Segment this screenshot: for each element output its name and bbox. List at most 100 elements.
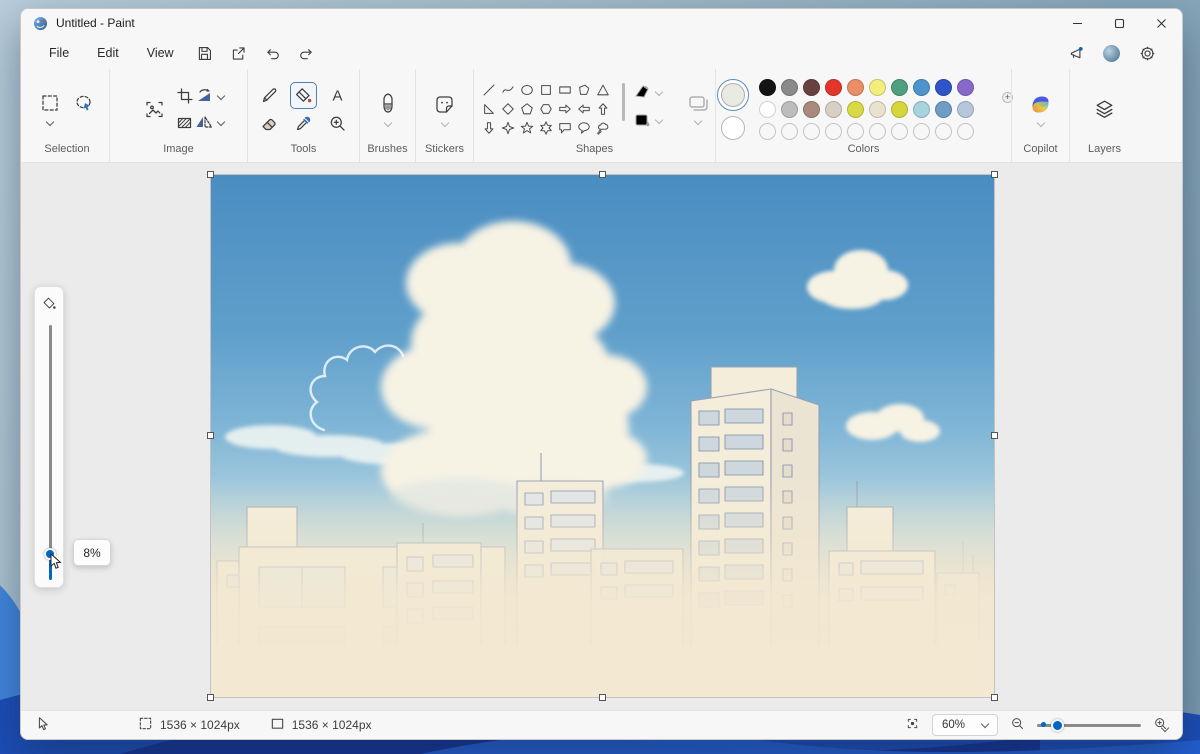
palette-color-r1-5[interactable] [869, 79, 886, 96]
text-tool[interactable]: A [328, 86, 347, 105]
color1-swatch-selected[interactable] [717, 79, 749, 111]
color-picker-tool[interactable] [294, 114, 313, 133]
shape-polygon[interactable] [574, 80, 593, 99]
layers-icon[interactable] [1092, 97, 1117, 122]
palette-color-r2-8[interactable] [935, 101, 952, 118]
settings-gear-icon[interactable] [1130, 45, 1164, 62]
drawing-canvas[interactable] [211, 175, 994, 697]
palette-empty-slot-3[interactable] [825, 123, 842, 140]
crop-tool[interactable] [176, 87, 194, 105]
palette-color-r1-8[interactable] [935, 79, 952, 96]
stickers-button[interactable] [433, 93, 456, 116]
shape-pentagon[interactable] [517, 99, 536, 118]
shape-square[interactable] [536, 80, 555, 99]
shape-curve[interactable] [498, 80, 517, 99]
shape-star-6[interactable] [536, 118, 555, 137]
shapes-more-chevron[interactable] [694, 117, 702, 125]
resize-handle-bottom-left[interactable] [207, 694, 214, 701]
copilot-dropdown-chevron[interactable] [1036, 118, 1044, 126]
palette-color-r1-6[interactable] [891, 79, 908, 96]
shape-hexagon[interactable] [536, 99, 555, 118]
menu-item-file[interactable]: File [35, 41, 83, 65]
resize-handle-bottom-right[interactable] [991, 694, 998, 701]
shape-ellipse[interactable] [517, 80, 536, 99]
shape-fill-option[interactable] [633, 111, 662, 129]
palette-empty-slot-1[interactable] [781, 123, 798, 140]
palette-color-r1-2[interactable] [803, 79, 820, 96]
palette-empty-slot-9[interactable] [957, 123, 974, 140]
menu-item-edit[interactable]: Edit [83, 41, 133, 65]
palette-color-r2-5[interactable] [869, 101, 886, 118]
fill-opacity-slider-track[interactable] [49, 325, 52, 555]
palette-empty-slot-4[interactable] [847, 123, 864, 140]
resize-handle-top-middle[interactable] [599, 171, 606, 178]
shape-callout-round[interactable] [574, 118, 593, 137]
brushes-button[interactable] [377, 92, 399, 116]
palette-empty-slot-7[interactable] [913, 123, 930, 140]
shape-right-triangle[interactable] [479, 99, 498, 118]
palette-color-r2-3[interactable] [825, 101, 842, 118]
shape-outline-option[interactable] [633, 83, 662, 101]
undo-button[interactable] [256, 45, 290, 62]
maximize-button[interactable] [1098, 9, 1140, 37]
stickers-dropdown-chevron[interactable] [440, 118, 448, 126]
palette-color-r2-0[interactable] [759, 101, 776, 118]
resize-handle-top-left[interactable] [207, 171, 214, 178]
zoom-slider-thumb[interactable] [1051, 719, 1064, 732]
minimize-button[interactable] [1056, 9, 1098, 37]
palette-color-r2-1[interactable] [781, 101, 798, 118]
flip-dropdown-chevron[interactable] [216, 118, 224, 126]
palette-color-r1-0[interactable] [759, 79, 776, 96]
resize-tool[interactable] [175, 113, 194, 132]
palette-color-r1-9[interactable] [957, 79, 974, 96]
shape-diamond[interactable] [498, 99, 517, 118]
shape-rounded-rect[interactable] [479, 137, 498, 140]
palette-color-r1-3[interactable] [825, 79, 842, 96]
edit-colors-button[interactable]: + [984, 96, 1010, 122]
palette-color-r2-2[interactable] [803, 101, 820, 118]
image-options-icon[interactable] [144, 99, 165, 120]
shape-arrow-down[interactable] [479, 118, 498, 137]
palette-color-r2-7[interactable] [913, 101, 930, 118]
pencil-tool[interactable] [260, 86, 279, 105]
notifications-icon[interactable] [1059, 45, 1093, 62]
palette-empty-slot-2[interactable] [803, 123, 820, 140]
shape-line[interactable] [479, 80, 498, 99]
magnifier-tool[interactable] [328, 114, 347, 133]
close-button[interactable] [1140, 9, 1182, 37]
shape-star-5[interactable] [517, 118, 536, 137]
shape-arrow-up[interactable] [593, 99, 612, 118]
palette-color-r1-7[interactable] [913, 79, 930, 96]
palette-empty-slot-8[interactable] [935, 123, 952, 140]
zoom-level-dropdown[interactable]: 60% [932, 714, 998, 736]
palette-color-r2-9[interactable] [957, 101, 974, 118]
shape-outline-chevron[interactable] [655, 88, 663, 96]
palette-color-r2-4[interactable] [847, 101, 864, 118]
zoom-out-button[interactable] [1010, 716, 1025, 734]
resize-handle-top-right[interactable] [991, 171, 998, 178]
color2-swatch[interactable] [721, 116, 745, 140]
copilot-icon[interactable] [1029, 93, 1052, 116]
palette-empty-slot-5[interactable] [869, 123, 886, 140]
selection-dropdown-chevron[interactable] [46, 118, 54, 126]
shape-arrow-left[interactable] [574, 99, 593, 118]
palette-color-r2-6[interactable] [891, 101, 908, 118]
shape-triangle[interactable] [593, 80, 612, 99]
title-bar[interactable]: Untitled - Paint [21, 9, 1182, 37]
share-button[interactable] [222, 45, 256, 62]
shapes-more-button[interactable] [686, 92, 710, 114]
zoom-slider-track[interactable] [1037, 724, 1141, 727]
flip-tool[interactable] [194, 112, 224, 132]
account-avatar[interactable] [1103, 45, 1120, 62]
rectangle-select-tool[interactable] [40, 93, 60, 113]
palette-empty-slot-6[interactable] [891, 123, 908, 140]
shape-callout-rect[interactable] [555, 118, 574, 137]
save-button[interactable] [188, 45, 222, 62]
menu-item-view[interactable]: View [133, 41, 188, 65]
shape-arrow-right[interactable] [555, 99, 574, 118]
shape-arc[interactable] [498, 137, 517, 140]
shape-rectangle[interactable] [555, 80, 574, 99]
palette-empty-slot-0[interactable] [759, 123, 776, 140]
brushes-dropdown-chevron[interactable] [383, 119, 391, 127]
redo-button[interactable] [290, 45, 324, 62]
